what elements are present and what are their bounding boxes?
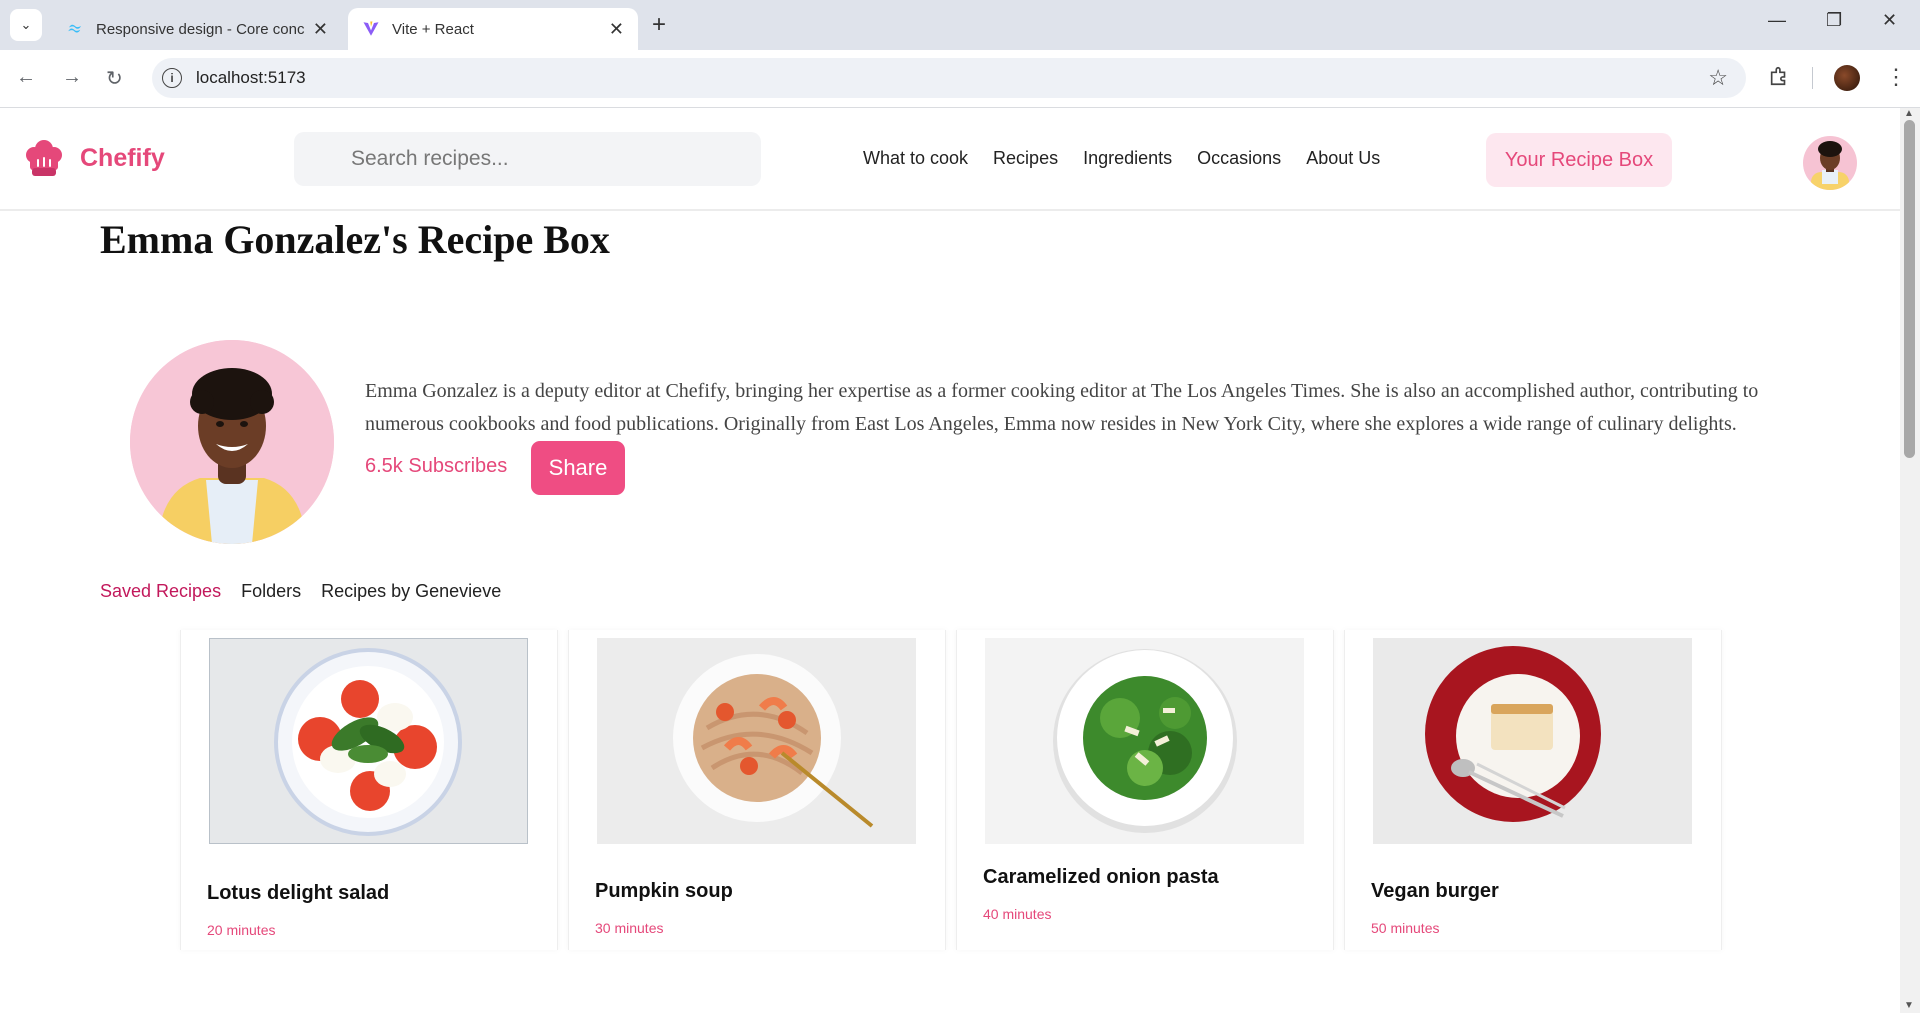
main-nav: What to cook Recipes Ingredients Occasio… [863, 148, 1405, 169]
recipe-card[interactable]: Lotus delight salad 20 minutes [180, 630, 558, 950]
window-close-icon[interactable]: ✕ [1882, 10, 1897, 31]
your-recipe-box-button[interactable]: Your Recipe Box [1486, 133, 1672, 187]
new-tab-icon[interactable]: + [652, 11, 666, 39]
scroll-up-icon[interactable]: ▲ [1904, 108, 1914, 119]
user-avatar-photo [1811, 141, 1849, 190]
recipe-time: 40 minutes [983, 906, 1052, 922]
browser-tab-vite-react[interactable]: Vite + React ✕ [348, 8, 638, 50]
tailwind-icon [68, 24, 81, 33]
scrollbar-thumb[interactable] [1904, 120, 1915, 458]
more-menu-icon[interactable]: ⋮ [1885, 64, 1907, 90]
close-icon[interactable]: ✕ [313, 19, 328, 40]
tab-title: Responsive design - Core conce [96, 20, 305, 38]
recipe-name[interactable]: Lotus delight salad [207, 882, 389, 905]
brand-logo[interactable]: Chefify [24, 138, 165, 178]
vite-icon [363, 21, 379, 36]
recipe-image-salad [209, 638, 528, 844]
tab-saved-recipes[interactable]: Saved Recipes [100, 581, 221, 602]
recipe-image-pasta [597, 638, 916, 844]
recipe-image-greens [985, 638, 1304, 844]
nav-what-to-cook[interactable]: What to cook [863, 148, 968, 169]
back-arrow-icon[interactable]: ← [16, 66, 36, 89]
forward-arrow-icon[interactable]: → [62, 66, 82, 89]
scroll-down-icon[interactable]: ▼ [1904, 1000, 1914, 1011]
recipe-card[interactable]: Vegan burger 50 minutes [1344, 630, 1722, 950]
nav-about-us[interactable]: About Us [1306, 148, 1380, 169]
nav-occasions[interactable]: Occasions [1197, 148, 1281, 169]
tab-recipes-by-genevieve[interactable]: Recipes by Genevieve [321, 581, 501, 602]
nav-recipes[interactable]: Recipes [993, 148, 1058, 169]
restore-icon[interactable]: ❐ [1826, 10, 1842, 31]
site-header: Chefify What to cook Recipes Ingredients… [0, 108, 1900, 211]
reload-icon[interactable]: ↻ [106, 66, 123, 91]
bookmark-star-icon[interactable]: ☆ [1708, 65, 1728, 91]
subscribers-count[interactable]: 6.5k Subscribes [365, 455, 507, 478]
brand-name: Chefify [80, 143, 165, 172]
chef-hat-icon [26, 140, 62, 176]
search-input[interactable] [349, 146, 733, 172]
chevron-down-icon: ⌄ [20, 17, 32, 32]
recipe-name[interactable]: Caramelized onion pasta [983, 866, 1219, 889]
profile-photo [130, 340, 334, 544]
recipe-card[interactable]: Pumpkin soup 30 minutes [568, 630, 946, 950]
browser-profile-avatar[interactable] [1834, 65, 1860, 91]
recipe-time: 50 minutes [1371, 920, 1440, 936]
nav-ingredients[interactable]: Ingredients [1083, 148, 1172, 169]
profile-bio: Emma Gonzalez is a deputy editor at Chef… [365, 380, 1759, 435]
recipe-image-cake [1373, 638, 1692, 844]
browser-tab-bar: ⌄ Responsive design - Core conce ✕ Vite … [0, 0, 1920, 50]
recipe-time: 20 minutes [207, 922, 276, 938]
recipe-card[interactable]: Caramelized onion pasta 40 minutes [956, 630, 1334, 950]
tab-title: Vite + React [392, 20, 474, 38]
recipe-name[interactable]: Pumpkin soup [595, 880, 733, 903]
url-field[interactable]: i localhost:5173 ☆ [152, 58, 1746, 98]
tab-folders[interactable]: Folders [241, 581, 301, 602]
toolbar-separator [1812, 67, 1813, 89]
page-title: Emma Gonzalez's Recipe Box [100, 217, 610, 262]
recipe-time: 30 minutes [595, 920, 664, 936]
profile-portrait [130, 340, 334, 544]
page-scrollbar[interactable]: ▲ ▼ [1900, 108, 1920, 1013]
search-box[interactable] [294, 132, 761, 186]
share-button[interactable]: Share [531, 441, 625, 495]
user-avatar[interactable] [1803, 136, 1857, 190]
close-icon[interactable]: ✕ [609, 19, 624, 40]
site-info-icon[interactable]: i [162, 68, 182, 88]
minimize-icon[interactable]: — [1768, 10, 1786, 31]
recipe-name[interactable]: Vegan burger [1371, 880, 1499, 903]
extensions-puzzle-icon[interactable] [1768, 65, 1790, 87]
url-text: localhost:5173 [196, 68, 306, 87]
recipe-box-tabs: Saved Recipes Folders Recipes by Genevie… [100, 581, 521, 602]
page-viewport: Chefify What to cook Recipes Ingredients… [0, 108, 1920, 1013]
tab-search-button[interactable]: ⌄ [10, 9, 42, 41]
browser-tab-responsive-design[interactable]: Responsive design - Core conce ✕ [52, 8, 342, 50]
address-bar: ← → ↻ i localhost:5173 ☆ ⋮ [0, 50, 1920, 108]
